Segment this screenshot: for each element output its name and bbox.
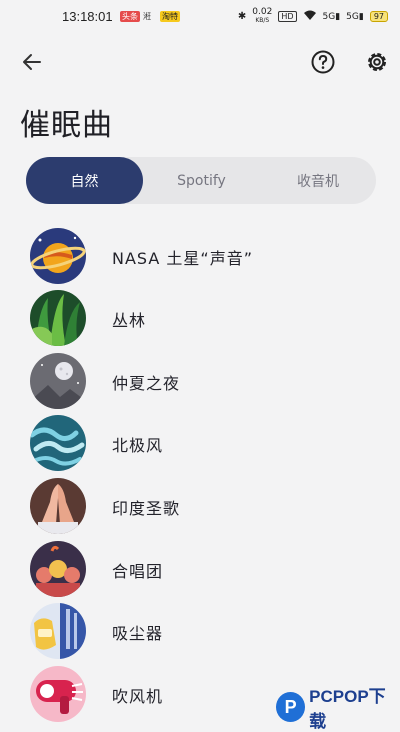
- list-item-jungle[interactable]: 丛林: [0, 290, 400, 352]
- signal-2-label: 5G: [346, 11, 359, 22]
- list-item-saturn[interactable]: NASA 土星“声音”: [0, 228, 400, 290]
- status-icons: ✱ 0.02 KB/S HD 5G▮ 5G▮ 97: [238, 8, 388, 25]
- bluetooth-icon: ✱: [237, 11, 247, 22]
- tab-spotify[interactable]: Spotify: [143, 157, 260, 204]
- list-item-label: 印度圣歌: [112, 499, 181, 518]
- network-speed: 0.02 KB/S: [252, 8, 272, 25]
- network-speed-value: 0.02: [252, 7, 273, 17]
- wind-icon: [30, 415, 86, 471]
- status-time: 13:18:01: [62, 9, 113, 24]
- tab-nature[interactable]: 自然: [26, 157, 143, 204]
- list-item-label: 吹风机: [112, 687, 164, 706]
- list-item-choir[interactable]: 合唱团: [0, 541, 400, 603]
- page-title: 催眠曲: [20, 108, 113, 143]
- help-button[interactable]: [309, 48, 337, 76]
- wifi-icon: [303, 10, 317, 24]
- signal-1-label: 5G: [322, 11, 336, 22]
- list-item-label: 丛林: [112, 311, 147, 330]
- jungle-icon: [30, 290, 86, 346]
- signal-icon-1: 5G▮: [322, 11, 341, 22]
- list-item-arctic-wind[interactable]: 北极风: [0, 415, 400, 477]
- choir-icon: [30, 541, 86, 597]
- tab-radio[interactable]: 收音机: [260, 157, 376, 204]
- watermark-text: PCPOP下载: [309, 687, 386, 731]
- source-tabs: 自然 Spotify 收音机: [26, 157, 376, 204]
- list-item-vacuum[interactable]: 吸尘器: [0, 603, 400, 665]
- praying-hands-icon: [30, 478, 86, 534]
- question-circle-icon: [311, 50, 335, 74]
- list-item-label: 合唱团: [112, 562, 164, 581]
- signal-icon-2: 5G▮: [346, 11, 364, 22]
- back-button[interactable]: [18, 48, 46, 76]
- arrow-left-icon: [23, 54, 41, 70]
- hd-icon: HD: [278, 11, 297, 22]
- list-item-label: 吸尘器: [112, 624, 164, 643]
- settings-button[interactable]: [363, 48, 391, 76]
- list-item-label: 仲夏之夜: [112, 374, 181, 393]
- vacuum-icon: [30, 603, 86, 659]
- watermark-logo: P: [276, 692, 306, 722]
- list-item-label: NASA 土星“声音”: [112, 249, 253, 268]
- notification-badge: 㳹: [143, 12, 151, 21]
- list-item-indian-chant[interactable]: 印度圣歌: [0, 478, 400, 540]
- watermark: P PCPOP下载: [276, 682, 400, 732]
- network-speed-unit: KB/S: [255, 17, 270, 24]
- moon-night-icon: [30, 353, 86, 409]
- list-item-midsummer-night[interactable]: 仲夏之夜: [0, 353, 400, 415]
- battery-icon: 97: [369, 11, 388, 22]
- notification-badge-yellow: 淘特: [160, 11, 180, 22]
- saturn-icon: [30, 228, 86, 284]
- list-item-label: 北极风: [112, 436, 164, 455]
- notification-badge-red: 头条: [120, 11, 140, 22]
- status-bar: 13:18:01 头条 㳹 淘特 ✱ 0.02 KB/S HD 5G▮ 5G▮ …: [0, 0, 400, 34]
- gear-icon: [368, 53, 386, 71]
- hair-dryer-icon: [30, 666, 86, 722]
